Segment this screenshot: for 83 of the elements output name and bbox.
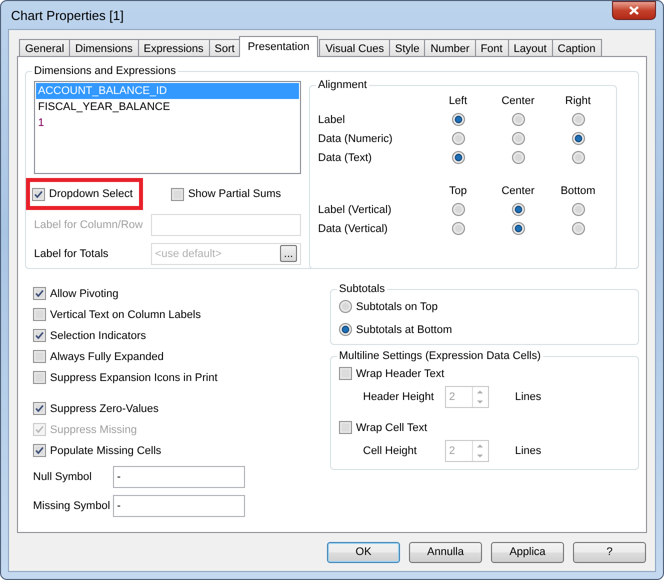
radio-button[interactable] (452, 132, 464, 145)
radio-button[interactable] (452, 113, 464, 126)
group-title: Alignment (317, 79, 368, 91)
checkbox-label[interactable]: Selection Indicators (50, 330, 146, 342)
radio-button[interactable] (452, 151, 464, 164)
field-label: Label for Column/Row (34, 218, 144, 231)
radio-button[interactable] (572, 113, 584, 126)
column-header: Right (565, 94, 591, 106)
tab[interactable]: Expressions (138, 39, 210, 57)
checkbox[interactable] (33, 329, 46, 342)
row-label: Label (318, 114, 345, 126)
checkbox[interactable] (33, 350, 46, 363)
dialog-button[interactable]: ? (573, 542, 646, 562)
tab[interactable]: Visual Cues (319, 39, 390, 57)
input-field[interactable]: <use default> ... (151, 242, 301, 265)
checkbox[interactable] (33, 371, 46, 384)
tab[interactable]: General (19, 39, 70, 57)
checkbox-label[interactable]: Show Partial Sums (188, 188, 281, 200)
tab[interactable]: Font (474, 39, 509, 57)
radio-button[interactable] (572, 151, 584, 164)
input-field[interactable]: - (113, 495, 245, 517)
field-label: Cell Height (363, 445, 418, 457)
group-title: Multiline Settings (Expression Data Cells) (338, 350, 542, 362)
radio-label[interactable]: Subtotals at Bottom (356, 324, 452, 336)
close-icon (629, 6, 639, 14)
field-label: Null Symbol (33, 471, 93, 483)
column-header: Top (449, 184, 467, 196)
column-header: Center (501, 94, 535, 106)
list-item[interactable]: FISCAL_YEAR_BALANCE (36, 99, 299, 115)
checkbox[interactable] (33, 287, 46, 300)
tab[interactable]: Number (424, 39, 476, 57)
checkbox[interactable] (33, 308, 46, 321)
radio-button[interactable] (572, 222, 584, 235)
row-label: Data (Vertical) (318, 222, 388, 234)
column-header: Center (501, 184, 535, 196)
tab[interactable]: Caption (552, 39, 602, 57)
group-title: Subtotals (338, 283, 386, 295)
checkbox-label[interactable]: Vertical Text on Column Labels (50, 308, 201, 320)
checkbox[interactable] (33, 444, 46, 457)
radio-button[interactable] (572, 203, 584, 216)
dialog-button[interactable]: Annulla (409, 542, 482, 562)
checkbox[interactable] (33, 402, 46, 415)
browse-button[interactable]: ... (280, 245, 297, 262)
radio-button[interactable] (452, 203, 464, 216)
close-button[interactable] (612, 0, 656, 20)
tab[interactable]: Presentation (238, 36, 318, 57)
radio-button[interactable] (512, 203, 524, 216)
checkbox-label[interactable]: Allow Pivoting (50, 288, 118, 300)
radio-button[interactable] (512, 113, 524, 126)
column-header: Bottom (560, 184, 596, 196)
radio-label[interactable]: Subtotals on Top (356, 300, 438, 312)
input-field[interactable] (151, 214, 301, 236)
field-label: Label for Totals (34, 248, 110, 260)
list-item[interactable]: 1 (36, 115, 299, 131)
radio-button[interactable] (512, 132, 524, 145)
tab[interactable]: Layout (508, 39, 553, 57)
dialog-button[interactable]: Applica (491, 542, 564, 562)
radio-button[interactable] (452, 222, 464, 235)
radio-button[interactable] (339, 323, 352, 336)
radio-button[interactable] (339, 300, 352, 313)
checkbox-label[interactable]: Suppress Expansion Icons in Print (50, 372, 218, 384)
checkbox-label[interactable]: Suppress Zero-Values (50, 402, 159, 414)
dialog-button[interactable]: OK (327, 542, 400, 562)
radio-button[interactable] (512, 222, 524, 235)
checkbox-label[interactable]: Dropdown Select (49, 188, 133, 200)
field-label: Header Height (363, 391, 435, 403)
column-header: Left (448, 94, 468, 106)
checkbox-label[interactable]: Populate Missing Cells (50, 444, 162, 456)
row-label: Label (Vertical) (318, 204, 392, 216)
row-label: Data (Text) (318, 152, 372, 164)
unit-label: Lines (515, 445, 542, 457)
input-field[interactable]: - (113, 466, 245, 488)
window-title: Chart Properties [1] (10, 8, 124, 22)
tab[interactable]: Dimensions (69, 39, 139, 57)
checkbox[interactable] (171, 188, 184, 201)
field-label: Missing Symbol (33, 500, 112, 512)
checkbox[interactable] (32, 188, 45, 201)
radio-button[interactable] (572, 132, 584, 145)
radio-button[interactable] (512, 151, 524, 164)
checkbox-label[interactable]: Always Fully Expanded (50, 350, 164, 362)
group-title: Dimensions and Expressions (33, 65, 177, 77)
row-label: Data (Numeric) (318, 132, 393, 144)
unit-label: Lines (515, 391, 542, 403)
